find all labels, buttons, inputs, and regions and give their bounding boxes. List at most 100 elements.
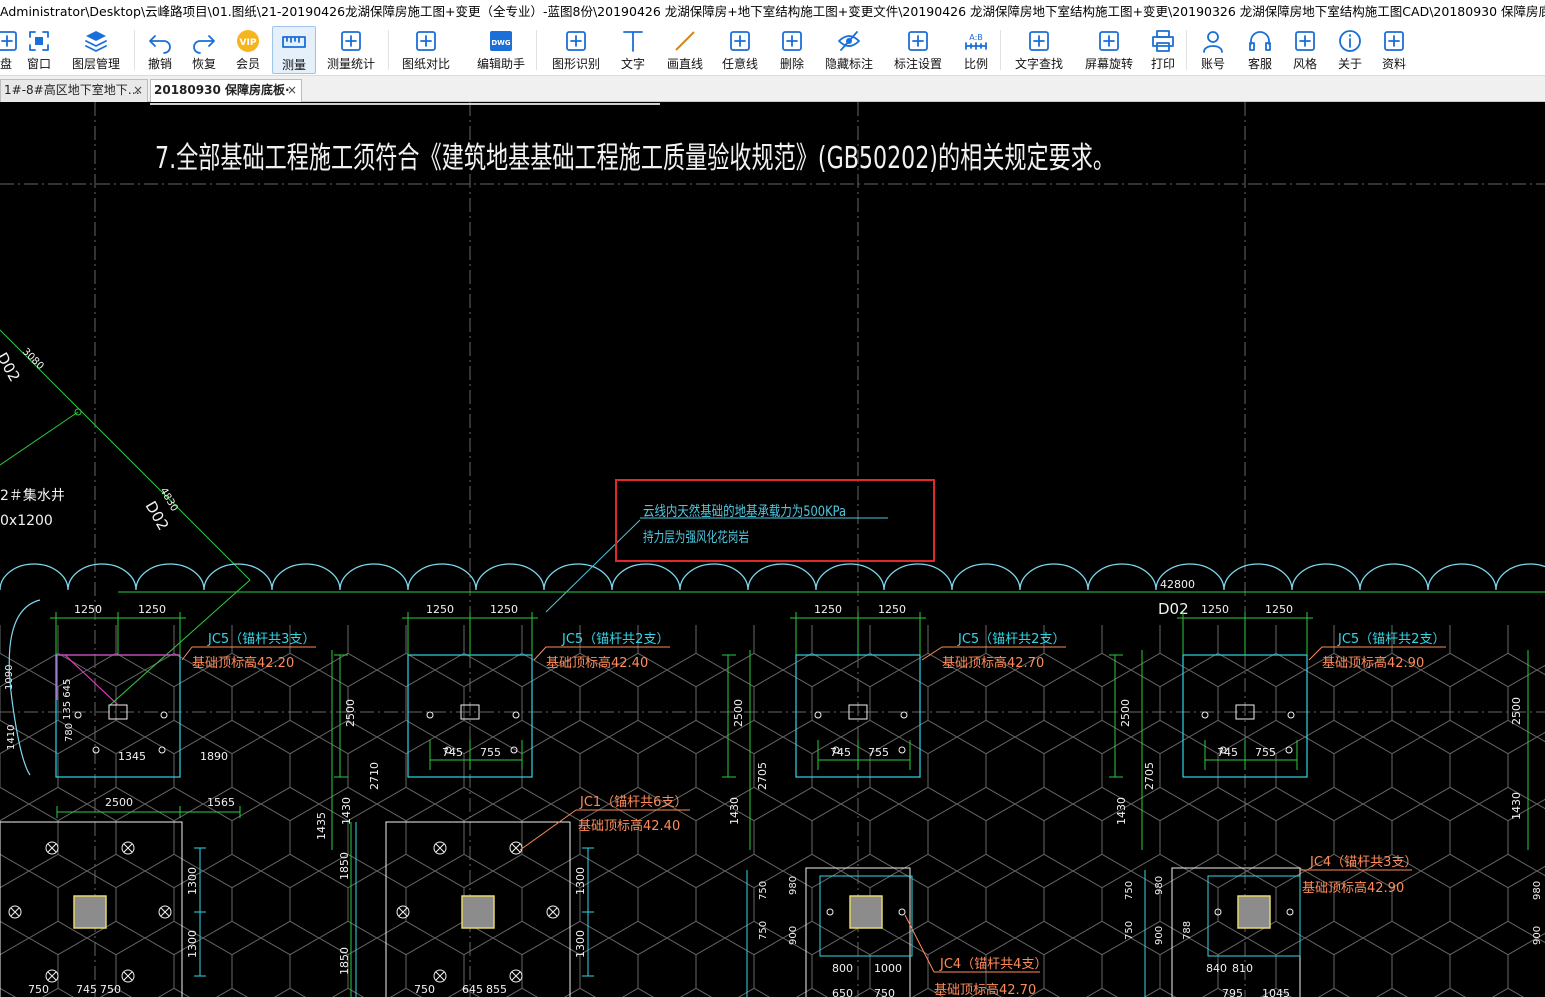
dimension-text: 2705 bbox=[756, 762, 769, 790]
toolbar-button-19[interactable]: 屏幕旋转 bbox=[1078, 26, 1140, 74]
dimension-text: 750 bbox=[758, 881, 769, 900]
dimension-text: 810 bbox=[1232, 962, 1253, 975]
vip-icon: VIP bbox=[230, 28, 266, 54]
toolbar-button-16[interactable]: 标注设置 bbox=[888, 26, 948, 74]
text-search-icon bbox=[1008, 28, 1070, 54]
window-icon bbox=[22, 28, 56, 54]
toolbar-button-label: 恢复 bbox=[191, 57, 216, 71]
footing-name: JC5（锚杆共3支） bbox=[207, 632, 315, 647]
dimension-text: 2500 bbox=[105, 796, 133, 809]
toolbar-button-18[interactable]: 文字查找 bbox=[1008, 26, 1070, 74]
close-icon[interactable]: × bbox=[133, 80, 143, 101]
sump-label: 2＃集水井 bbox=[0, 487, 65, 504]
toolbar-button-6[interactable]: 测量 bbox=[272, 26, 316, 74]
close-icon[interactable]: × bbox=[287, 80, 297, 101]
dimension-text: 780 bbox=[64, 723, 75, 742]
disk-icon bbox=[0, 28, 18, 54]
dimension-text: 1430 bbox=[1510, 792, 1523, 820]
dimension-text: 750 bbox=[1124, 921, 1135, 940]
toolbar-button-2[interactable]: 图层管理 bbox=[66, 26, 126, 74]
toolbar-button-label: 资料 bbox=[1381, 57, 1406, 71]
edit-assistant-icon: DWG bbox=[472, 28, 530, 54]
ruler-icon bbox=[273, 29, 315, 55]
toolbar-separator bbox=[1186, 30, 1187, 70]
toolbar-button-21[interactable]: 账号 bbox=[1195, 26, 1231, 74]
toolbar-button-5[interactable]: VIP 会员 bbox=[230, 26, 266, 74]
toolbar-button-label: 测量统计 bbox=[326, 57, 375, 71]
dimension-text: 1000 bbox=[874, 962, 902, 975]
drawing-canvas[interactable]: 7.全部基础工程施工须符合《建筑地基基础工程施工质量验收规范》(GB50202)… bbox=[0, 102, 1545, 997]
toolbar-button-label: 任意线 bbox=[721, 57, 758, 71]
dimension-text: 645 bbox=[462, 983, 483, 996]
toolbar-button-3[interactable]: 撤销 bbox=[142, 26, 178, 74]
dimension-text: 1250 bbox=[878, 603, 906, 616]
toolbar-button-11[interactable]: 文字 bbox=[615, 26, 651, 74]
dimension-text: 1250 bbox=[490, 603, 518, 616]
dimension-text: 750 bbox=[100, 983, 121, 996]
dimension-text: 750 bbox=[28, 983, 49, 996]
tab-label: 1#-8#高区地下室地下… bbox=[4, 83, 140, 97]
toolbar-button-23[interactable]: 风格 bbox=[1287, 26, 1323, 74]
toolbar-button-8[interactable]: 图纸对比 bbox=[397, 26, 455, 74]
footing-elevation: 基础顶标高42.20 bbox=[192, 655, 294, 671]
shape-recognize-icon bbox=[545, 28, 607, 54]
dimension-text: 755 bbox=[868, 746, 889, 759]
tab-document-1[interactable]: 1#-8#高区地下室地下… × bbox=[0, 79, 148, 102]
toolbar-button-15[interactable]: 隐藏标注 bbox=[820, 26, 878, 74]
toolbar-button-1[interactable]: 窗口 bbox=[22, 26, 56, 74]
dimension-text: 1045 bbox=[1262, 987, 1290, 997]
dimension-text: 1850 bbox=[338, 947, 351, 975]
dimension-text: 1345 bbox=[118, 750, 146, 763]
dimension-text: 135 645 bbox=[62, 679, 73, 720]
column-block bbox=[849, 895, 883, 929]
toolbar-button-label: 标注设置 bbox=[893, 57, 942, 71]
toolbar-separator bbox=[536, 30, 537, 70]
toolbar-button-label: 关于 bbox=[1337, 57, 1362, 71]
scale-icon: A:B bbox=[958, 28, 994, 54]
toolbar-button-17[interactable]: A:B 比例 bbox=[958, 26, 994, 74]
toolbar-button-9[interactable]: DWG 编辑助手 bbox=[472, 26, 530, 74]
toolbar-button-label: 客服 bbox=[1247, 57, 1272, 71]
toolbar-button-0[interactable]: 盘 bbox=[0, 26, 18, 74]
toolbar-button-7[interactable]: 测量统计 bbox=[322, 26, 380, 74]
footing-elevation: 基础顶标高42.40 bbox=[578, 818, 680, 834]
toolbar-button-25[interactable]: 资料 bbox=[1376, 26, 1412, 74]
dimension-text: 2705 bbox=[1143, 762, 1156, 790]
tab-document-2[interactable]: 20180930 保障房底板· × bbox=[150, 79, 302, 102]
dimension-text: 1430 bbox=[1115, 797, 1128, 825]
dimension-text: 1250 bbox=[74, 603, 102, 616]
svg-text:DWG: DWG bbox=[491, 39, 511, 47]
toolbar-button-12[interactable]: 画直线 bbox=[660, 26, 710, 74]
toolbar-button-24[interactable]: 关于 bbox=[1332, 26, 1368, 74]
dimension-text: 855 bbox=[486, 983, 507, 996]
footing-elevation: 基础顶标高42.40 bbox=[546, 655, 648, 671]
text-icon bbox=[615, 28, 651, 54]
toolbar-separator bbox=[1000, 30, 1001, 70]
dimension-text: 2500 bbox=[1510, 697, 1523, 725]
headset-icon bbox=[1240, 28, 1280, 54]
dimension-text: 1565 bbox=[207, 796, 235, 809]
dimension-text: 1890 bbox=[200, 750, 228, 763]
dimension-text: 900 bbox=[1532, 926, 1543, 945]
toolbar-button-label: 编辑助手 bbox=[476, 57, 525, 71]
toolbar-button-13[interactable]: 任意线 bbox=[719, 26, 761, 74]
hide-annotation-icon bbox=[820, 28, 878, 54]
toolbar-button-10[interactable]: 图形识别 bbox=[545, 26, 607, 74]
toolbar-button-label: 图层管理 bbox=[71, 57, 120, 71]
toolbar-button-22[interactable]: 客服 bbox=[1240, 26, 1280, 74]
toolbar-button-20[interactable]: 打印 bbox=[1145, 26, 1181, 74]
footing-name: JC1（锚杆共6支） bbox=[579, 795, 687, 810]
annotation-settings-icon bbox=[888, 28, 948, 54]
toolbar-button-label: 会员 bbox=[235, 57, 260, 71]
dimension-text: 2500 bbox=[732, 699, 745, 727]
toolbar-button-label: 删除 bbox=[779, 57, 804, 71]
dimension-text: 745 bbox=[830, 746, 851, 759]
dimension-text: 650 bbox=[832, 987, 853, 997]
dimension-text: 1410 bbox=[6, 725, 17, 750]
footing-name: JC4（锚杆共3支） bbox=[1309, 855, 1417, 870]
dimension-text: 788 bbox=[1182, 921, 1193, 940]
toolbar-separator bbox=[388, 30, 389, 70]
toolbar-button-14[interactable]: 删除 bbox=[773, 26, 811, 74]
dimension-text: 1250 bbox=[426, 603, 454, 616]
toolbar-button-4[interactable]: 恢复 bbox=[186, 26, 222, 74]
